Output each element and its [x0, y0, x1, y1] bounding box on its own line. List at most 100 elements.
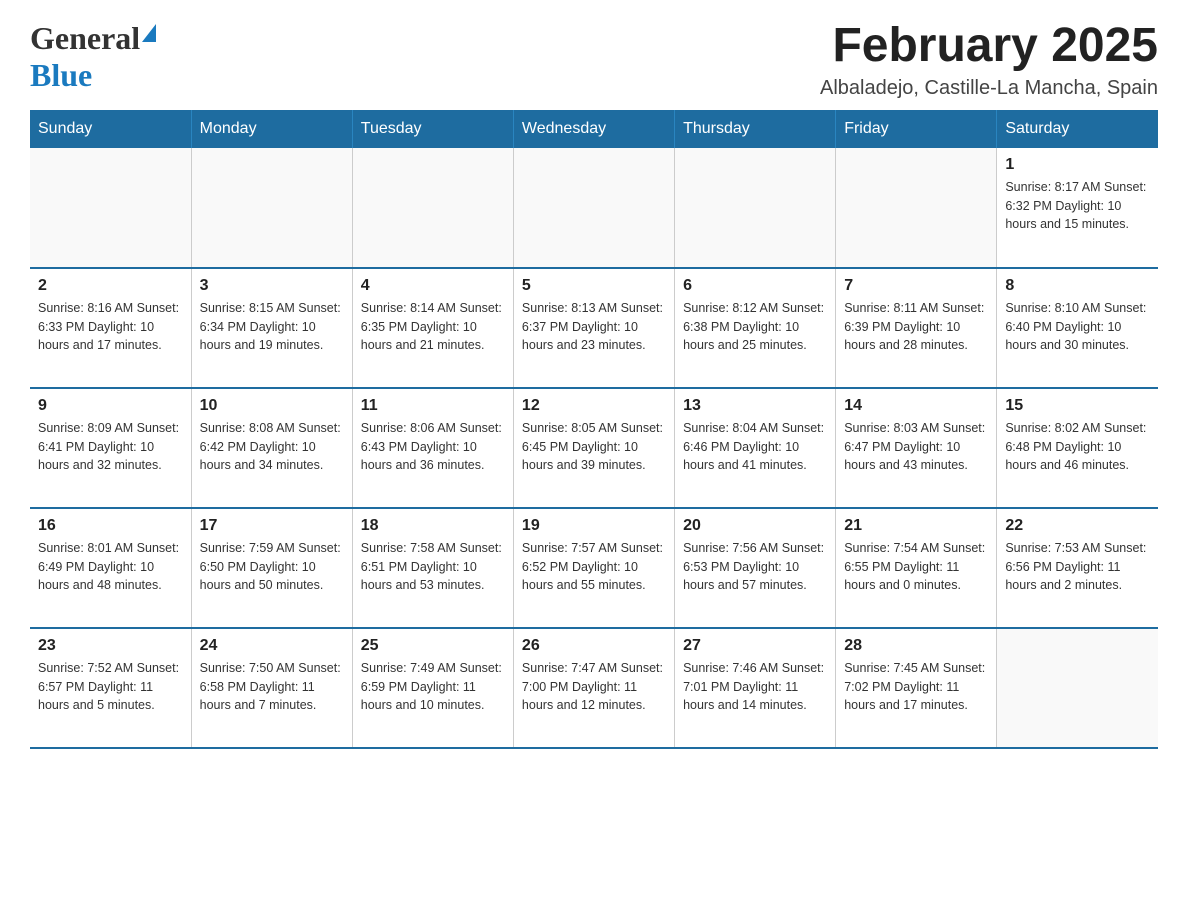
day-info: Sunrise: 7:56 AM Sunset: 6:53 PM Dayligh… [683, 539, 827, 595]
calendar-cell: 1 Sunrise: 8:17 AM Sunset: 6:32 PM Daylig… [997, 148, 1158, 268]
calendar-week-row: 1 Sunrise: 8:17 AM Sunset: 6:32 PM Daylig… [30, 148, 1158, 268]
calendar-cell: 18 Sunrise: 7:58 AM Sunset: 6:51 PM Dayli… [352, 508, 513, 628]
day-number: 9 [38, 397, 183, 415]
day-number: 19 [522, 517, 666, 535]
day-number: 13 [683, 397, 827, 415]
day-info: Sunrise: 8:14 AM Sunset: 6:35 PM Dayligh… [361, 299, 505, 355]
day-info: Sunrise: 7:57 AM Sunset: 6:52 PM Dayligh… [522, 539, 666, 595]
calendar-cell: 22 Sunrise: 7:53 AM Sunset: 6:56 PM Dayli… [997, 508, 1158, 628]
calendar-table: SundayMondayTuesdayWednesdayThursdayFrid… [30, 110, 1158, 749]
day-info: Sunrise: 7:47 AM Sunset: 7:00 PM Dayligh… [522, 659, 666, 715]
calendar-week-row: 2 Sunrise: 8:16 AM Sunset: 6:33 PM Daylig… [30, 268, 1158, 388]
calendar-day-header: Thursday [675, 110, 836, 148]
calendar-cell: 11Sunrise: 8:06 AM Sunset: 6:43 PM Dayli… [352, 388, 513, 508]
day-number: 8 [1005, 277, 1150, 295]
day-info: Sunrise: 7:50 AM Sunset: 6:58 PM Dayligh… [200, 659, 344, 715]
calendar-day-header: Sunday [30, 110, 191, 148]
calendar-cell: 4 Sunrise: 8:14 AM Sunset: 6:35 PM Daylig… [352, 268, 513, 388]
day-info: Sunrise: 8:04 AM Sunset: 6:46 PM Dayligh… [683, 419, 827, 475]
day-info: Sunrise: 8:17 AM Sunset: 6:32 PM Dayligh… [1005, 178, 1150, 234]
day-number: 17 [200, 517, 344, 535]
calendar-week-row: 9 Sunrise: 8:09 AM Sunset: 6:41 PM Daylig… [30, 388, 1158, 508]
day-info: Sunrise: 8:12 AM Sunset: 6:38 PM Dayligh… [683, 299, 827, 355]
calendar-cell: 20 Sunrise: 7:56 AM Sunset: 6:53 PM Dayli… [675, 508, 836, 628]
day-number: 7 [844, 277, 988, 295]
day-info: Sunrise: 8:06 AM Sunset: 6:43 PM Dayligh… [361, 419, 505, 475]
calendar-cell: 16 Sunrise: 8:01 AM Sunset: 6:49 PM Dayli… [30, 508, 191, 628]
day-number: 12 [522, 397, 666, 415]
calendar-cell: 6 Sunrise: 8:12 AM Sunset: 6:38 PM Daylig… [675, 268, 836, 388]
calendar-day-header: Wednesday [513, 110, 674, 148]
calendar-cell: 3 Sunrise: 8:15 AM Sunset: 6:34 PM Daylig… [191, 268, 352, 388]
day-info: Sunrise: 8:16 AM Sunset: 6:33 PM Dayligh… [38, 299, 183, 355]
calendar-cell: 13 Sunrise: 8:04 AM Sunset: 6:46 PM Dayli… [675, 388, 836, 508]
calendar-week-row: 16 Sunrise: 8:01 AM Sunset: 6:49 PM Dayli… [30, 508, 1158, 628]
logo-general-text: General [30, 20, 140, 57]
day-number: 23 [38, 637, 183, 655]
calendar-day-header: Tuesday [352, 110, 513, 148]
day-number: 20 [683, 517, 827, 535]
day-info: Sunrise: 8:02 AM Sunset: 6:48 PM Dayligh… [1005, 419, 1150, 475]
calendar-header-row: SundayMondayTuesdayWednesdayThursdayFrid… [30, 110, 1158, 148]
day-info: Sunrise: 8:15 AM Sunset: 6:34 PM Dayligh… [200, 299, 344, 355]
day-info: Sunrise: 8:11 AM Sunset: 6:39 PM Dayligh… [844, 299, 988, 355]
day-info: Sunrise: 7:52 AM Sunset: 6:57 PM Dayligh… [38, 659, 183, 715]
calendar-cell: 28Sunrise: 7:45 AM Sunset: 7:02 PM Dayli… [836, 628, 997, 748]
logo-blue-word: Blue [30, 57, 92, 93]
day-number: 26 [522, 637, 666, 655]
day-number: 22 [1005, 517, 1150, 535]
page-title: February 2025 [820, 20, 1158, 73]
day-number: 10 [200, 397, 344, 415]
day-number: 5 [522, 277, 666, 295]
day-info: Sunrise: 8:03 AM Sunset: 6:47 PM Dayligh… [844, 419, 988, 475]
calendar-cell [191, 148, 352, 268]
day-number: 4 [361, 277, 505, 295]
calendar-cell: 19 Sunrise: 7:57 AM Sunset: 6:52 PM Dayli… [513, 508, 674, 628]
calendar-cell: 2 Sunrise: 8:16 AM Sunset: 6:33 PM Daylig… [30, 268, 191, 388]
day-info: Sunrise: 7:49 AM Sunset: 6:59 PM Dayligh… [361, 659, 505, 715]
day-number: 18 [361, 517, 505, 535]
calendar-cell: 27Sunrise: 7:46 AM Sunset: 7:01 PM Dayli… [675, 628, 836, 748]
day-info: Sunrise: 8:01 AM Sunset: 6:49 PM Dayligh… [38, 539, 183, 595]
day-info: Sunrise: 8:09 AM Sunset: 6:41 PM Dayligh… [38, 419, 183, 475]
day-number: 15 [1005, 397, 1150, 415]
calendar-cell: 7 Sunrise: 8:11 AM Sunset: 6:39 PM Daylig… [836, 268, 997, 388]
day-info: Sunrise: 7:58 AM Sunset: 6:51 PM Dayligh… [361, 539, 505, 595]
calendar-cell: 26 Sunrise: 7:47 AM Sunset: 7:00 PM Dayli… [513, 628, 674, 748]
calendar-week-row: 23 Sunrise: 7:52 AM Sunset: 6:57 PM Dayli… [30, 628, 1158, 748]
calendar-cell: 5Sunrise: 8:13 AM Sunset: 6:37 PM Daylig… [513, 268, 674, 388]
calendar-cell: 24Sunrise: 7:50 AM Sunset: 6:58 PM Dayli… [191, 628, 352, 748]
day-number: 1 [1005, 156, 1150, 174]
calendar-cell: 17Sunrise: 7:59 AM Sunset: 6:50 PM Dayli… [191, 508, 352, 628]
calendar-cell: 14 Sunrise: 8:03 AM Sunset: 6:47 PM Dayli… [836, 388, 997, 508]
calendar-cell: 15 Sunrise: 8:02 AM Sunset: 6:48 PM Dayli… [997, 388, 1158, 508]
page-header: General Blue February 2025 Albaladejo, C… [30, 20, 1158, 100]
day-number: 16 [38, 517, 183, 535]
calendar-cell [513, 148, 674, 268]
calendar-cell [997, 628, 1158, 748]
calendar-cell [836, 148, 997, 268]
calendar-cell: 12 Sunrise: 8:05 AM Sunset: 6:45 PM Dayli… [513, 388, 674, 508]
day-info: Sunrise: 7:46 AM Sunset: 7:01 PM Dayligh… [683, 659, 827, 715]
day-info: Sunrise: 7:54 AM Sunset: 6:55 PM Dayligh… [844, 539, 988, 595]
day-number: 3 [200, 277, 344, 295]
day-info: Sunrise: 8:05 AM Sunset: 6:45 PM Dayligh… [522, 419, 666, 475]
calendar-day-header: Monday [191, 110, 352, 148]
calendar-cell [30, 148, 191, 268]
title-section: February 2025 Albaladejo, Castille-La Ma… [820, 20, 1158, 100]
day-number: 2 [38, 277, 183, 295]
calendar-cell: 23 Sunrise: 7:52 AM Sunset: 6:57 PM Dayli… [30, 628, 191, 748]
day-number: 14 [844, 397, 988, 415]
day-info: Sunrise: 8:08 AM Sunset: 6:42 PM Dayligh… [200, 419, 344, 475]
day-info: Sunrise: 8:10 AM Sunset: 6:40 PM Dayligh… [1005, 299, 1150, 355]
page-subtitle: Albaladejo, Castille-La Mancha, Spain [820, 77, 1158, 100]
calendar-cell: 25 Sunrise: 7:49 AM Sunset: 6:59 PM Dayli… [352, 628, 513, 748]
day-number: 21 [844, 517, 988, 535]
day-number: 25 [361, 637, 505, 655]
logo: General Blue [30, 20, 158, 94]
day-info: Sunrise: 7:53 AM Sunset: 6:56 PM Dayligh… [1005, 539, 1150, 595]
day-number: 28 [844, 637, 988, 655]
calendar-cell: 9 Sunrise: 8:09 AM Sunset: 6:41 PM Daylig… [30, 388, 191, 508]
day-number: 6 [683, 277, 827, 295]
calendar-cell: 8 Sunrise: 8:10 AM Sunset: 6:40 PM Daylig… [997, 268, 1158, 388]
